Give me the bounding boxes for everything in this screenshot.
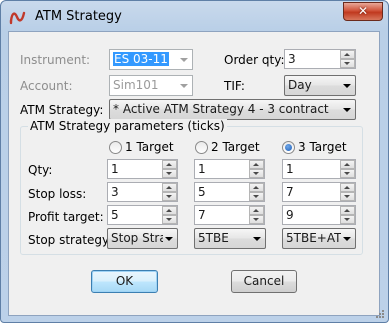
target-1-qty-stepper[interactable]: 1 (107, 159, 178, 179)
target-1-profit-target-stepper[interactable]: 5 (107, 205, 178, 225)
instrument-value: ES 03-11 (113, 52, 169, 66)
target-1-qty-value: 1 (111, 162, 119, 176)
atm-strategy-dialog: ATM Strategy ✕ Instrument: ES 03-11 Orde… (0, 0, 389, 323)
tif-label: TIF: (224, 79, 245, 93)
target-3-qty-stepper[interactable]: 1 (282, 159, 356, 179)
spin-down-icon[interactable] (249, 169, 264, 178)
tif-combo[interactable]: Day (284, 75, 356, 96)
cancel-button[interactable]: Cancel (231, 270, 297, 293)
target-3-qty-value: 1 (286, 162, 294, 176)
account-label: Account: (20, 79, 73, 93)
spin-down-icon[interactable] (249, 192, 264, 201)
spin-up-icon[interactable] (162, 183, 177, 192)
target-1-radio[interactable] (109, 141, 122, 154)
close-button[interactable]: ✕ (343, 2, 383, 21)
chevron-down-icon (176, 50, 192, 69)
target-1-stop-loss-value: 3 (111, 185, 119, 199)
ninjatrader-logo-icon (9, 11, 26, 25)
qty-row-label: Qty: (28, 163, 53, 177)
profit-target-row-label: Profit target: (28, 210, 104, 224)
target-3-profit-target-value: 9 (286, 208, 294, 222)
target-1-stop-strategy-combo[interactable]: Stop Strate (107, 228, 178, 249)
instrument-label: Instrument: (20, 53, 91, 67)
chevron-down-icon (249, 229, 265, 248)
spin-up-icon[interactable] (249, 206, 264, 215)
target-1-stop-loss-stepper[interactable]: 3 (107, 182, 178, 202)
target-3-label: 3 Target (298, 140, 347, 154)
atm-strategy-combo[interactable]: * Active ATM Strategy 4 - 3 contract (109, 99, 356, 120)
target-2-stop-loss-value: 5 (198, 185, 206, 199)
order-qty-stepper[interactable]: 3 (284, 49, 356, 69)
chevron-down-icon (339, 229, 355, 248)
spin-up-icon[interactable] (162, 206, 177, 215)
spin-down-icon[interactable] (162, 192, 177, 201)
chevron-down-icon (339, 100, 355, 119)
spin-up-icon[interactable] (162, 160, 177, 169)
target-3-profit-target-stepper[interactable]: 9 (282, 205, 356, 225)
target-2-stop-strategy-value: 5TBE (198, 231, 229, 245)
target-1-stop-strategy-value: Stop Strate (111, 231, 163, 245)
spin-down-icon[interactable] (340, 215, 355, 224)
spin-up-icon[interactable] (340, 206, 355, 215)
spin-down-icon[interactable] (340, 169, 355, 178)
title-bar[interactable]: ATM Strategy ✕ (1, 1, 388, 31)
target-2-profit-target-value: 7 (198, 208, 206, 222)
order-qty-value: 3 (288, 52, 296, 66)
spin-down-icon[interactable] (340, 192, 355, 201)
resize-grip-icon[interactable] (375, 309, 385, 319)
spin-up-icon[interactable] (249, 183, 264, 192)
target-2-profit-target-stepper[interactable]: 7 (194, 205, 265, 225)
chevron-down-icon (161, 229, 177, 248)
tif-value: Day (288, 78, 312, 92)
spin-up-icon[interactable] (249, 160, 264, 169)
spin-down-icon[interactable] (162, 169, 177, 178)
spin-down-icon[interactable] (249, 215, 264, 224)
spin-down-icon[interactable] (162, 215, 177, 224)
target-2-radio[interactable] (195, 141, 208, 154)
account-combo[interactable]: Sim101 (109, 75, 193, 96)
atm-strategy-label: ATM Strategy: (20, 103, 104, 117)
target-3-stop-strategy-value: 5TBE+AT (286, 231, 342, 245)
instrument-combo[interactable]: ES 03-11 (109, 49, 193, 70)
ok-button[interactable]: OK (91, 270, 158, 293)
spin-down-icon[interactable] (340, 59, 355, 68)
chevron-down-icon (176, 76, 192, 95)
target-1-profit-target-value: 5 (111, 208, 119, 222)
target-3-stop-loss-stepper[interactable]: 7 (282, 182, 356, 202)
target-1-label: 1 Target (125, 140, 174, 154)
chevron-down-icon (339, 76, 355, 95)
spin-up-icon[interactable] (340, 183, 355, 192)
window-title: ATM Strategy (35, 9, 122, 24)
target-2-label: 2 Target (211, 140, 260, 154)
target-3-radio[interactable] (282, 141, 295, 154)
target-3-stop-strategy-combo[interactable]: 5TBE+AT (282, 228, 356, 249)
account-value: Sim101 (113, 78, 159, 92)
target-2-stop-loss-stepper[interactable]: 5 (194, 182, 265, 202)
stop-strategy-row-label: Stop strategy: (28, 233, 113, 247)
close-icon: ✕ (357, 4, 369, 18)
target-2-qty-stepper[interactable]: 1 (194, 159, 265, 179)
stop-loss-row-label: Stop loss: (28, 187, 87, 201)
target-2-qty-value: 1 (198, 162, 206, 176)
spin-up-icon[interactable] (340, 50, 355, 59)
target-3-stop-loss-value: 7 (286, 185, 294, 199)
spin-up-icon[interactable] (340, 160, 355, 169)
atm-parameters-title: ATM Strategy parameters (ticks) (28, 119, 227, 133)
atm-strategy-value: * Active ATM Strategy 4 - 3 contract (113, 102, 329, 116)
target-2-stop-strategy-combo[interactable]: 5TBE (194, 228, 266, 249)
order-qty-label: Order qty: (224, 53, 285, 67)
